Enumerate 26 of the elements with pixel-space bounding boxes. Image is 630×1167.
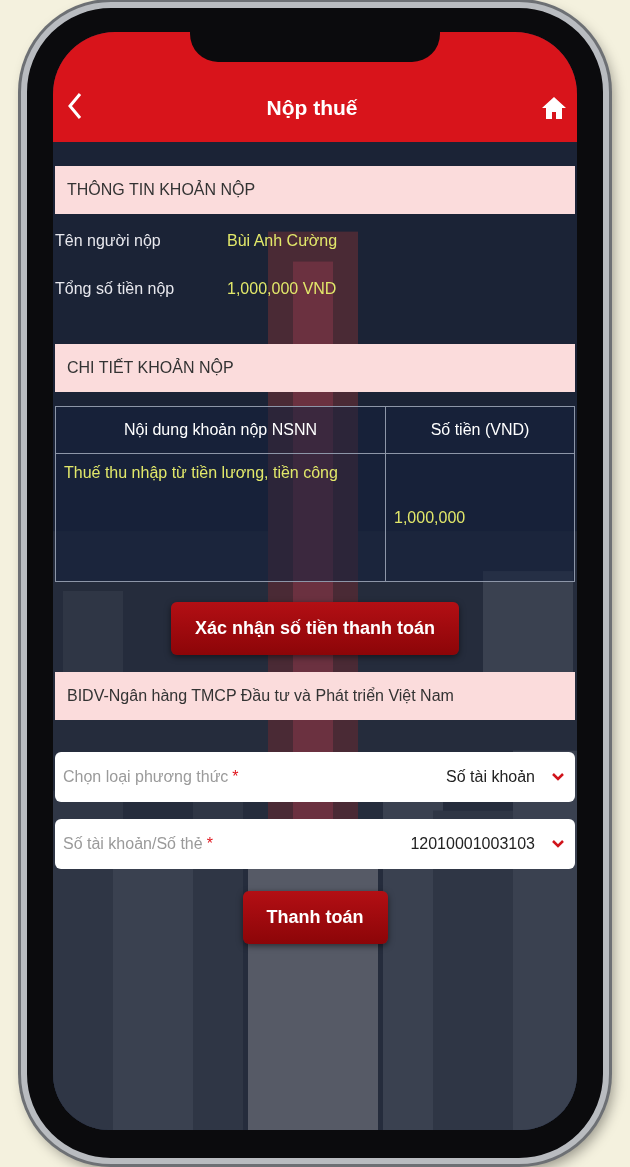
required-mark: *: [206, 835, 213, 853]
back-button[interactable]: [67, 92, 83, 120]
screen-title: Nộp thuế: [266, 96, 358, 120]
info-label: Tên người nộp: [55, 232, 162, 250]
confirm-amount-button[interactable]: Xác nhận số tiền thanh toán: [171, 602, 459, 655]
field-value: 12010001003103: [410, 835, 535, 853]
table-cell: Thuế thu nhập từ tiền lương, tiền công: [55, 453, 386, 582]
home-button[interactable]: [541, 96, 567, 120]
section-header: CHI TIẾT KHOẢN NỘP: [55, 344, 575, 392]
bank-name-bar: BIDV-Ngân hàng TMCP Đầu tư và Phát triển Việt Nam: [55, 672, 575, 720]
field-label: Chọn loại phương thức: [63, 768, 229, 786]
table-cell: 1,000,000: [385, 453, 575, 582]
chevron-down-icon: [551, 839, 565, 849]
info-label: Tổng số tiền nộp: [55, 280, 176, 298]
chevron-down-icon: [551, 772, 565, 782]
column-header: Nội dung khoản nộp NSNN: [55, 406, 386, 454]
dropdown-field[interactable]: Số tài khoản/Số thẻ * 12010001003103: [55, 819, 575, 869]
info-value: 1,000,000 VND: [227, 280, 337, 298]
field-label: Số tài khoản/Số thẻ: [63, 835, 203, 853]
required-mark: *: [232, 768, 239, 786]
section-header: THÔNG TIN KHOẢN NỘP: [55, 166, 575, 214]
pay-button[interactable]: Thanh toán: [242, 891, 388, 944]
field-value: Số tài khoản: [446, 768, 535, 786]
info-value: Bùi Anh Cường: [227, 232, 338, 250]
column-header: Số tiền (VND): [385, 406, 575, 454]
dropdown-field[interactable]: Chọn loại phương thức * Số tài khoản: [55, 752, 575, 802]
